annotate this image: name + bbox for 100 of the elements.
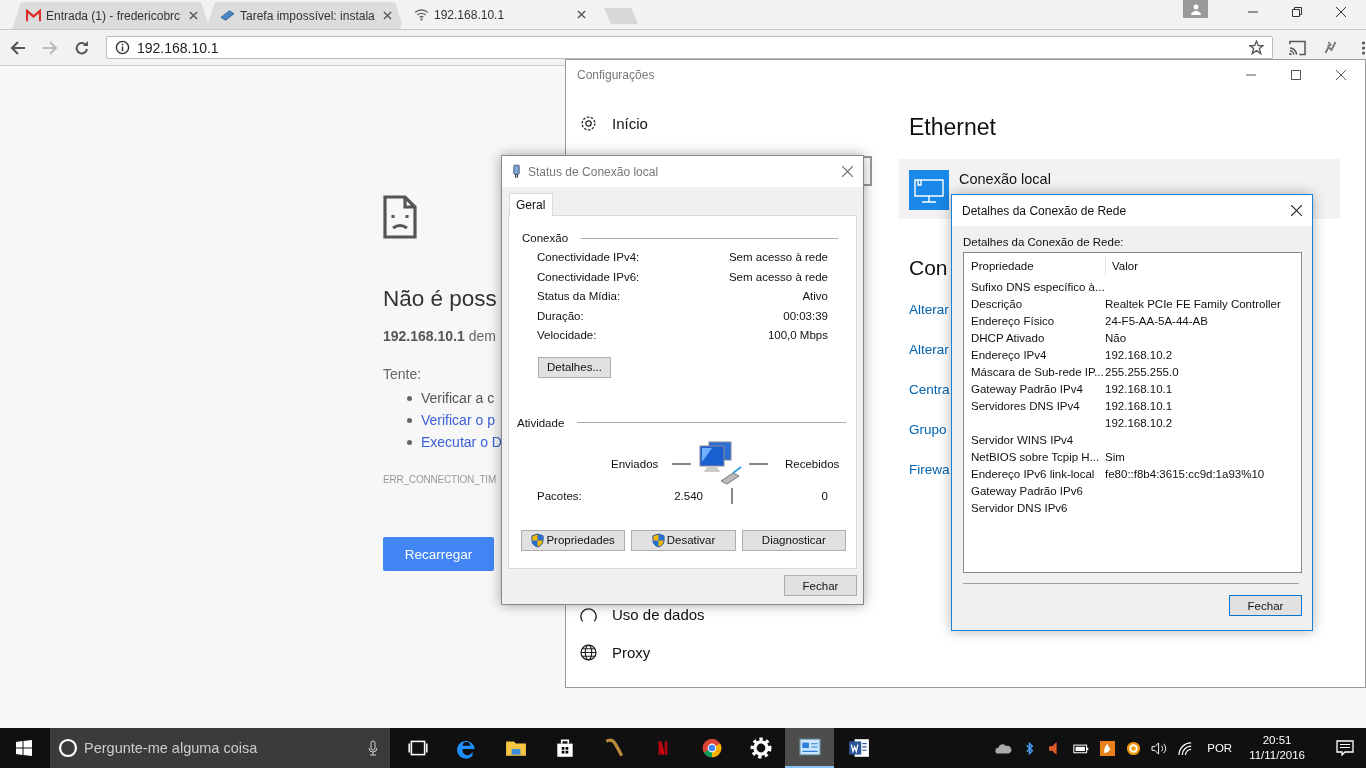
settings-link[interactable]: Alterar xyxy=(909,340,949,359)
globe-icon xyxy=(580,643,597,661)
bullet-icon xyxy=(407,417,412,423)
gauge-icon xyxy=(580,605,597,623)
back-icon[interactable] xyxy=(10,39,26,56)
table-cell: fe80::f8b4:3615:cc9d:1a93%10 xyxy=(1105,467,1265,480)
browser-tab[interactable]: Entrada (1) - fredericobrc xyxy=(12,2,210,29)
table-cell: 192.168.10.2 xyxy=(1105,348,1173,361)
gear-icon xyxy=(749,737,772,759)
suggestion-text: Verificar a c xyxy=(421,390,495,406)
close-icon[interactable] xyxy=(1336,70,1346,80)
group-label: Conexão xyxy=(522,232,569,244)
settings-link[interactable]: Firewa xyxy=(909,460,950,479)
field-label: Pacotes: xyxy=(537,489,583,502)
page-heading: Ethernet xyxy=(909,113,996,141)
chrome-icon xyxy=(700,737,723,759)
field-label: Conectividade IPv6: xyxy=(537,270,640,285)
person-icon xyxy=(1189,3,1202,15)
document-icon xyxy=(847,737,870,759)
close-icon[interactable] xyxy=(1291,205,1302,216)
microphone-icon[interactable] xyxy=(368,740,378,756)
error-message: 192.168.10.1 dem xyxy=(383,328,496,344)
table-cell: Sim xyxy=(1105,450,1125,463)
address-bar[interactable]: 192.168.10.1 xyxy=(105,36,1274,59)
volume-icon[interactable] xyxy=(1151,740,1169,756)
field-value: 00:03:39 xyxy=(783,309,828,324)
taskbar-app[interactable] xyxy=(785,728,834,768)
wifi-icon xyxy=(414,8,429,21)
cast-icon[interactable] xyxy=(1289,39,1307,56)
field-value: 100,0 Mbps xyxy=(767,329,828,343)
menu-icon[interactable] xyxy=(1361,39,1366,56)
windows-start-icon[interactable] xyxy=(16,740,32,756)
close-button[interactable]: Fechar xyxy=(784,575,857,596)
table-cell: Servidor DNS IPv6 xyxy=(971,501,1068,514)
clock[interactable]: 20:51 11/11/2016 xyxy=(1249,733,1305,763)
language-indicator[interactable]: POR xyxy=(1207,742,1233,754)
search-field[interactable]: Pergunte-me alguma coisa xyxy=(50,728,390,768)
reload-button[interactable]: Recarregar xyxy=(383,537,494,571)
restore-icon[interactable] xyxy=(1292,7,1302,17)
field-value: Sem acesso à rede xyxy=(728,251,828,265)
action-button[interactable]: Diagnosticar xyxy=(741,529,846,551)
close-button[interactable]: Fechar xyxy=(1229,595,1302,616)
table-cell: Gateway Padrão IPv6 xyxy=(971,484,1083,497)
address-text: 192.168.10.1 xyxy=(136,39,220,56)
reload-icon[interactable] xyxy=(73,39,90,56)
shield-button[interactable]: Desativar xyxy=(631,529,736,551)
settings-link[interactable]: Grupo xyxy=(909,420,947,439)
maximize-icon[interactable] xyxy=(1291,70,1301,80)
extension-icon[interactable] xyxy=(1322,39,1339,56)
table-cell: 24-F5-AA-5A-44-AB xyxy=(1105,314,1208,327)
table-cell: 255.255.255.0 xyxy=(1105,365,1179,378)
column-header[interactable]: Propriedade xyxy=(971,256,1106,276)
browser-tab[interactable]: Tarefa impossível: instala xyxy=(206,2,404,29)
suggestion-link[interactable]: Verificar o p xyxy=(421,412,495,428)
notification-icon[interactable] xyxy=(1336,740,1354,756)
circle-icon xyxy=(58,738,78,758)
settings-link[interactable]: Alterar xyxy=(909,300,949,319)
details-button[interactable]: Detalhes... xyxy=(538,356,611,378)
close-icon[interactable] xyxy=(1336,7,1346,17)
settings-link[interactable]: Centra xyxy=(909,380,950,399)
field-label: Status da Mídia: xyxy=(537,290,621,304)
column-header[interactable]: Valor xyxy=(1106,260,1138,272)
nav-item[interactable]: Uso de dados xyxy=(580,604,899,624)
table-cell: Endereço IPv6 link-local xyxy=(971,467,1095,480)
field-value: 0 xyxy=(821,489,828,502)
field-label: Conectividade IPv4: xyxy=(537,251,640,265)
section-heading: Con xyxy=(909,255,948,281)
mail-icon xyxy=(26,9,41,22)
table-cell: Realtek PCIe FE Family Controller xyxy=(1105,297,1281,310)
field-label: Duração: xyxy=(537,309,584,324)
table-cell: NetBIOS sobre Tcpip H... xyxy=(971,450,1100,463)
table-cell: 192.168.10.2 xyxy=(1105,416,1173,429)
monitor-icon xyxy=(909,170,949,210)
sent-label: Enviados xyxy=(611,457,660,470)
flame-icon[interactable] xyxy=(1099,740,1117,756)
table-cell: Endereço IPv4 xyxy=(971,348,1047,361)
field-value: Sem acesso à rede xyxy=(728,270,828,285)
field-label: Velocidade: xyxy=(537,329,597,343)
error-code: ERR_CONNECTION_TIM xyxy=(383,474,497,485)
dialog-tab[interactable]: Geral xyxy=(509,193,554,216)
shield-button[interactable]: Propriedades xyxy=(521,529,626,551)
info-icon xyxy=(114,40,130,55)
bullet-icon xyxy=(407,395,412,401)
field-value: 2.540 xyxy=(673,489,703,502)
table-cell: Sufixo DNS específico à... xyxy=(971,280,1105,293)
table-cell: Servidor WINS IPv4 xyxy=(971,433,1074,446)
star-icon[interactable] xyxy=(1249,40,1265,55)
gear-icon xyxy=(580,114,597,132)
error-title: Não é poss xyxy=(383,286,497,312)
table-cell: Gateway Padrão IPv4 xyxy=(971,382,1083,395)
suggestion-link[interactable]: Executar o D xyxy=(421,434,502,450)
nav-item[interactable]: Proxy xyxy=(580,642,899,662)
close-icon[interactable] xyxy=(577,10,586,19)
ring-icon[interactable] xyxy=(1125,740,1143,756)
nav-item[interactable]: Início xyxy=(580,113,899,133)
dialog-title: Detalhes da Conexão de Rede xyxy=(962,203,1128,218)
tab-title: Tarefa impossível: instala xyxy=(240,8,376,23)
profile-button[interactable] xyxy=(1183,0,1208,18)
plug-icon xyxy=(512,164,521,179)
table-cell: Servidores DNS IPv4 xyxy=(971,399,1080,412)
